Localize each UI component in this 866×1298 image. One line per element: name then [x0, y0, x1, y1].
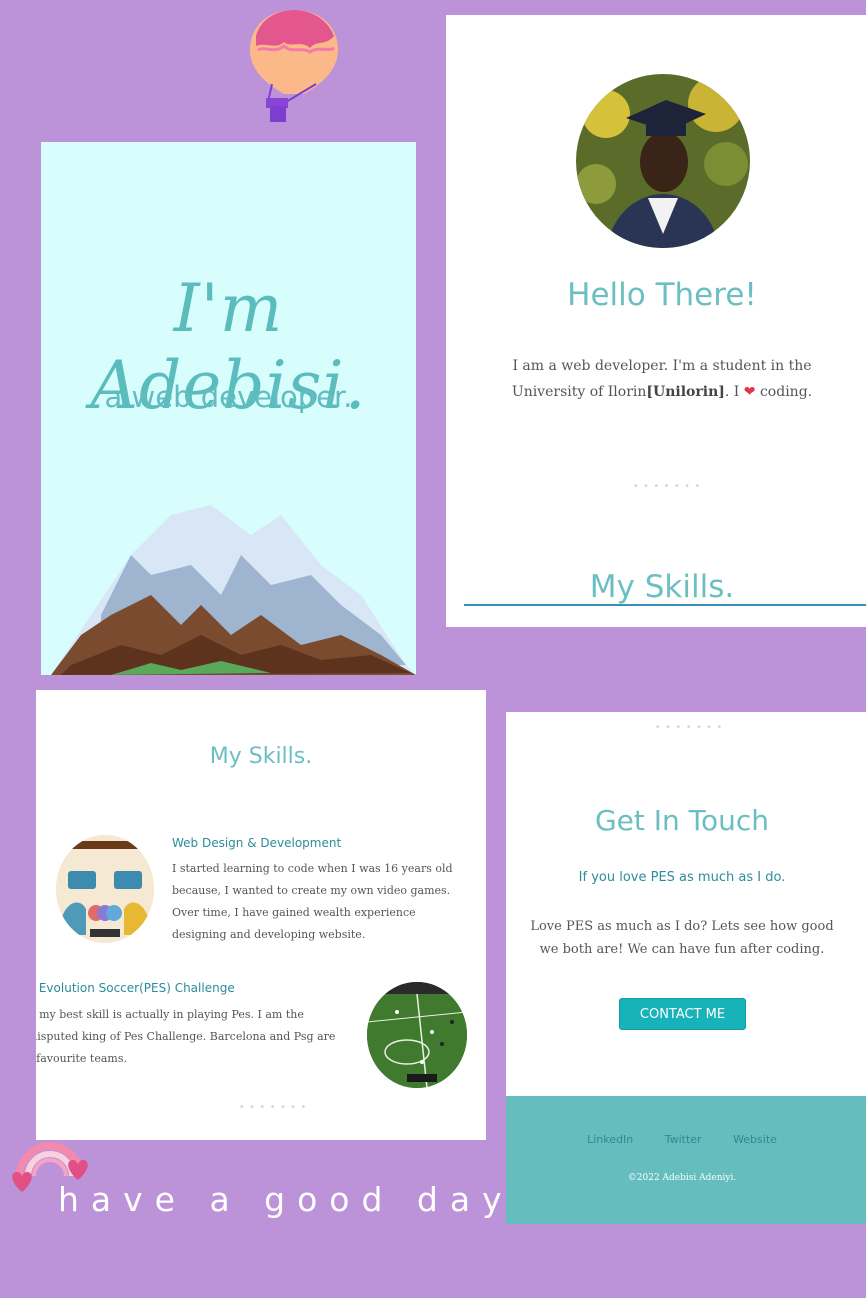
- twitter-link[interactable]: Twitter: [665, 1133, 702, 1146]
- footer-links: LinkedIn Twitter Website: [506, 1133, 858, 1146]
- skills-title: My Skills.: [209, 744, 313, 769]
- about-text-end: coding.: [759, 384, 813, 400]
- skill-text-pes: But my best skill is actually in playing…: [36, 1008, 336, 1065]
- footer: LinkedIn Twitter Website ©2022 Adebisi A…: [506, 1096, 866, 1224]
- hot-air-balloon-icon: [246, 6, 342, 128]
- contact-me-button[interactable]: CONTACT ME: [619, 998, 746, 1030]
- about-text-mid: . I: [724, 384, 740, 400]
- hero-role: a web developer.: [104, 380, 353, 414]
- contact-text: Love PES as much as I do? Lets see how g…: [530, 919, 834, 957]
- skills-panel: My Skills. Web Design & Development I st…: [36, 690, 486, 1140]
- contact-title: Get In Touch: [594, 804, 770, 837]
- tagline: have a good day: [58, 1180, 514, 1219]
- about-skills-heading: My Skills.: [589, 569, 735, 605]
- website-link[interactable]: Website: [733, 1133, 777, 1146]
- skill-title-web: Web Design & Development: [172, 836, 342, 850]
- hero-panel: I'm Adebisi. a web developer.: [41, 142, 416, 675]
- web-design-illustration: [56, 835, 154, 943]
- copyright: ©2022 Adebisi Adeniyi.: [627, 1173, 737, 1183]
- divider-dots: • • • • • • •: [656, 722, 724, 733]
- heart-icon: ❤: [743, 384, 756, 400]
- skill-title-pes: Pro Evolution Soccer(PES) Challenge: [36, 981, 235, 995]
- skill-text-web: I started learning to code when I was 16…: [172, 862, 453, 941]
- about-panel: Hello There! I am a web developer. I'm a…: [446, 15, 866, 627]
- divider-dots: • • • • • • •: [634, 481, 702, 492]
- divider-dots: • • • • • • •: [240, 1102, 308, 1113]
- profile-photo: [576, 74, 750, 248]
- mountain-illustration: [51, 505, 416, 675]
- contact-panel: • • • • • • • Get In Touch If you love P…: [506, 712, 866, 1224]
- linkedin-link[interactable]: LinkedIn: [587, 1133, 633, 1146]
- about-text-bold: [Unilorin]: [646, 384, 725, 400]
- contact-subtitle: If you love PES as much as I do.: [578, 870, 786, 885]
- section-underline: [464, 604, 866, 606]
- about-text: I am a web developer. I'm a student in t…: [476, 353, 848, 405]
- about-title: Hello There!: [567, 277, 757, 313]
- pes-game-screenshot: [367, 982, 467, 1088]
